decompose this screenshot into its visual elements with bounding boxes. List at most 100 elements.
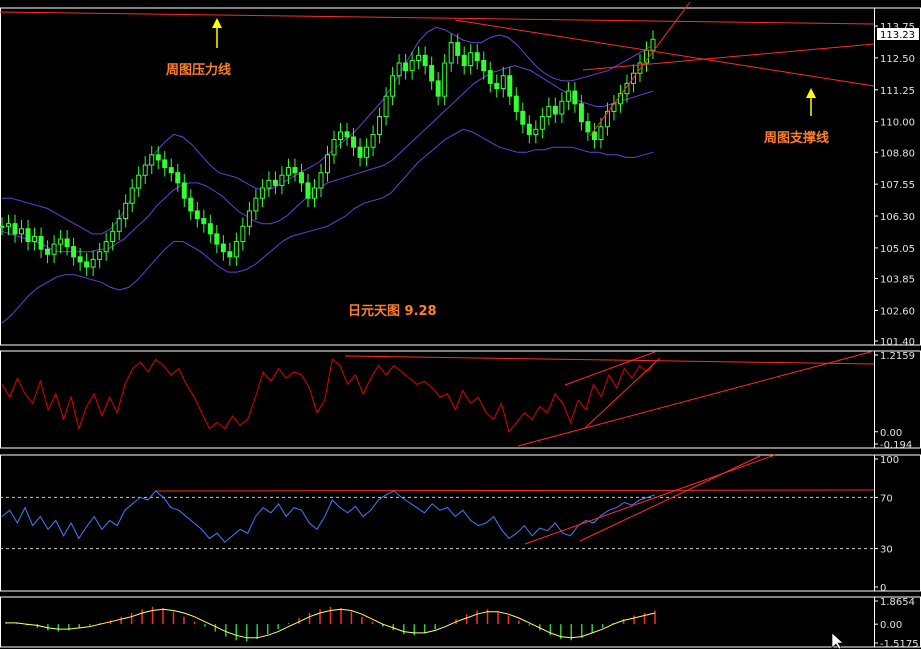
- candle-body: [533, 128, 539, 135]
- candle-body: [194, 210, 200, 220]
- candle-body: [129, 187, 135, 204]
- candle-body: [266, 179, 272, 189]
- candle-body: [38, 235, 44, 250]
- y-tick-label: 70: [880, 493, 893, 504]
- candle-body: [90, 258, 96, 268]
- candle-body: [12, 223, 18, 235]
- candle-body: [110, 230, 116, 243]
- candle-body: [103, 241, 109, 253]
- candle-body: [455, 42, 461, 56]
- candle-body: [188, 197, 194, 212]
- candle-body: [461, 54, 467, 67]
- candle-body: [364, 146, 370, 158]
- y-tick-label: 108.80: [880, 148, 915, 159]
- candle-body: [520, 110, 526, 125]
- candle-body: [77, 256, 83, 263]
- candle-body: [591, 131, 597, 141]
- candle-body: [279, 174, 285, 186]
- candle-body: [429, 65, 435, 82]
- candle-body: [559, 100, 565, 115]
- candle-body: [162, 159, 168, 169]
- candle-body: [175, 172, 181, 184]
- candle-body: [507, 75, 513, 97]
- y-tick-label: 101.40: [880, 337, 915, 348]
- y-tick-label: 112.50: [880, 54, 915, 65]
- candle-body: [71, 246, 77, 258]
- y-tick-label: 1.2159: [880, 351, 915, 362]
- y-tick-label: 100: [880, 455, 899, 466]
- candle-body: [32, 235, 38, 243]
- y-tick-label: -0.194: [880, 440, 912, 451]
- candle-body: [201, 218, 207, 225]
- candle-body: [123, 202, 129, 220]
- candle-body: [292, 167, 298, 174]
- candle-body: [97, 251, 103, 260]
- candle-body: [214, 233, 220, 245]
- candle-body: [0, 225, 5, 228]
- candle-body: [552, 105, 558, 115]
- candle-body: [383, 95, 389, 118]
- candle-body: [578, 103, 584, 123]
- candle-body: [546, 105, 552, 118]
- candle-body: [58, 238, 64, 245]
- candle-body: [136, 174, 142, 189]
- candle-body: [416, 54, 422, 61]
- candle-body: [285, 167, 291, 176]
- candle-body: [318, 172, 324, 189]
- y-tick-label: 110.00: [880, 118, 915, 129]
- candle-body: [494, 82, 500, 90]
- y-tick-label: 102.60: [880, 306, 915, 317]
- candle-body: [19, 228, 25, 235]
- candle-body: [403, 62, 409, 72]
- weekly-resistance-label: 周图压力线: [166, 62, 231, 78]
- y-tick-label: 105.05: [880, 244, 915, 255]
- candle-body: [351, 136, 357, 148]
- candle-body: [220, 243, 226, 253]
- candle-body: [64, 238, 70, 248]
- candle-body: [565, 90, 571, 102]
- candle-body: [298, 172, 304, 184]
- candle-body: [259, 187, 265, 199]
- current-price-box: 113.23: [877, 28, 919, 41]
- candle-body: [370, 133, 376, 148]
- candle-body: [396, 62, 402, 77]
- candle-body: [344, 131, 350, 138]
- candle-body: [474, 52, 480, 61]
- candle-body: [246, 210, 252, 227]
- y-tick-label: 107.55: [880, 180, 915, 191]
- y-tick-label: 106.30: [880, 212, 915, 223]
- candle-body: [233, 241, 239, 258]
- candle-body: [331, 139, 337, 156]
- candle-body: [207, 223, 213, 235]
- y-tick-label: 0: [880, 583, 886, 594]
- candle-body: [409, 59, 415, 72]
- candle-body: [149, 154, 155, 166]
- candle-body: [240, 225, 246, 243]
- candle-body: [442, 62, 448, 97]
- candle-body: [168, 167, 174, 174]
- candle-body: [45, 248, 51, 255]
- weekly-support-label: 周图支撑线: [764, 130, 829, 146]
- candle-body: [25, 228, 31, 243]
- candle-body: [481, 59, 487, 72]
- candle-body: [357, 146, 363, 158]
- candle-body: [422, 54, 428, 67]
- candle-body: [6, 223, 12, 227]
- candle-body: [585, 121, 591, 133]
- candle-body: [526, 123, 532, 135]
- candle-body: [650, 38, 656, 51]
- candle-body: [377, 116, 383, 135]
- y-tick-label: 0.00: [880, 620, 902, 631]
- candle-body: [311, 187, 317, 199]
- y-tick-label: 103.85: [880, 275, 915, 286]
- candle-body: [390, 75, 396, 97]
- y-tick-label: 30: [880, 545, 893, 556]
- y-tick-label: 111.25: [880, 86, 915, 97]
- chart-title: 日元天图 9.28: [348, 304, 437, 319]
- y-tick-label: 0.00: [880, 428, 902, 439]
- candle-body: [598, 126, 604, 141]
- chart-canvas: 113.75112.50111.25110.00108.80107.55106.…: [0, 0, 921, 649]
- candle-body: [572, 90, 578, 105]
- candle-body: [272, 179, 278, 186]
- candle-body: [84, 261, 90, 268]
